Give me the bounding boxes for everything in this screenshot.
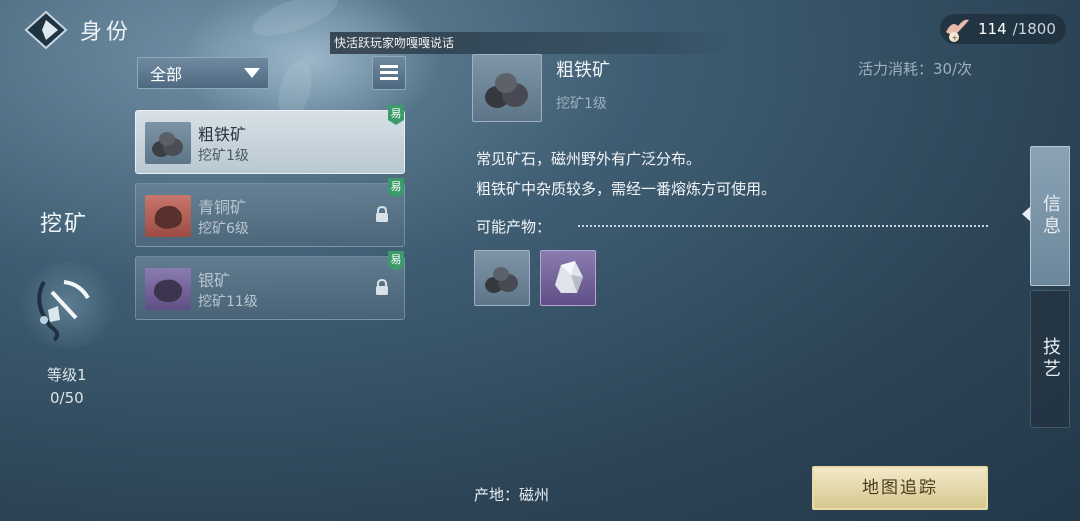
ore-name: 银矿 bbox=[198, 271, 231, 290]
caret-down-icon bbox=[244, 68, 260, 78]
ore-list-item[interactable]: 青铜矿 挖矿6级 易 bbox=[135, 178, 405, 247]
possible-drops-label: 可能产物： bbox=[476, 218, 552, 236]
tab-craft[interactable]: 技艺 bbox=[1030, 290, 1070, 428]
lock-icon bbox=[375, 205, 389, 222]
ore-description-line: 常见矿石，磁州野外有广泛分布。 bbox=[476, 150, 702, 168]
hamburger-icon-bar bbox=[380, 77, 398, 80]
easy-badge: 易 bbox=[388, 178, 404, 198]
ore-name: 青铜矿 bbox=[198, 198, 247, 217]
easy-badge: 易 bbox=[388, 251, 404, 271]
list-menu-button[interactable] bbox=[372, 56, 406, 90]
svg-text:+: + bbox=[952, 34, 959, 43]
iron-ore-icon bbox=[145, 122, 191, 164]
ore-origin: 产地：磁州 bbox=[474, 486, 550, 504]
iron-ore-detail-icon bbox=[472, 54, 542, 122]
map-tracking-button[interactable]: 地图追踪 bbox=[812, 466, 988, 510]
energy-cost: 活力消耗：30/次 bbox=[858, 60, 973, 78]
skill-exp: 0/50 bbox=[50, 389, 84, 407]
hamburger-icon-bar bbox=[380, 71, 398, 74]
ore-level-requirement: 挖矿11级 bbox=[198, 294, 258, 310]
detail-ore-level: 挖矿1级 bbox=[556, 96, 607, 112]
page-title: 身份 bbox=[80, 20, 133, 45]
energy-counter[interactable]: + 114 /1800 bbox=[940, 14, 1066, 44]
tab-info[interactable]: 信息 bbox=[1030, 146, 1070, 286]
back-diamond-icon[interactable] bbox=[24, 10, 68, 50]
pickaxe-skill-icon[interactable] bbox=[14, 262, 122, 348]
bronze-ore-icon bbox=[145, 195, 191, 237]
skill-level: 等级1 bbox=[47, 366, 87, 384]
silver-ore-icon bbox=[145, 268, 191, 310]
crane-energy-icon: + bbox=[942, 14, 972, 44]
iron-ore-drop-icon[interactable] bbox=[474, 250, 530, 306]
category-dropdown[interactable]: 全部 bbox=[137, 57, 269, 89]
energy-current: 114 bbox=[978, 20, 1007, 38]
energy-max: /1800 bbox=[1012, 20, 1056, 38]
ore-name: 粗铁矿 bbox=[198, 125, 247, 144]
lock-icon bbox=[375, 278, 389, 295]
broadcast-ticker: 快活跃玩家吻嘎嘎说话 bbox=[330, 32, 734, 54]
dotted-divider bbox=[578, 225, 988, 227]
category-dropdown-label: 全部 bbox=[150, 65, 183, 84]
tab-craft-label: 技艺 bbox=[1040, 337, 1061, 381]
skill-name: 挖矿 bbox=[40, 212, 89, 237]
tab-info-label: 信息 bbox=[1040, 194, 1061, 238]
ore-list-item[interactable]: 银矿 挖矿11级 易 bbox=[135, 251, 405, 320]
ore-list-item[interactable]: 粗铁矿 挖矿1级 易 bbox=[135, 105, 405, 174]
ore-level-requirement: 挖矿1级 bbox=[198, 148, 249, 164]
ore-level-requirement: 挖矿6级 bbox=[198, 221, 249, 237]
detail-ore-name: 粗铁矿 bbox=[556, 60, 610, 81]
ore-description-line: 粗铁矿中杂质较多，需经一番熔炼方可使用。 bbox=[476, 180, 777, 198]
stone-drop-icon[interactable] bbox=[540, 250, 596, 306]
hamburger-icon bbox=[380, 65, 398, 68]
easy-badge: 易 bbox=[388, 105, 404, 125]
